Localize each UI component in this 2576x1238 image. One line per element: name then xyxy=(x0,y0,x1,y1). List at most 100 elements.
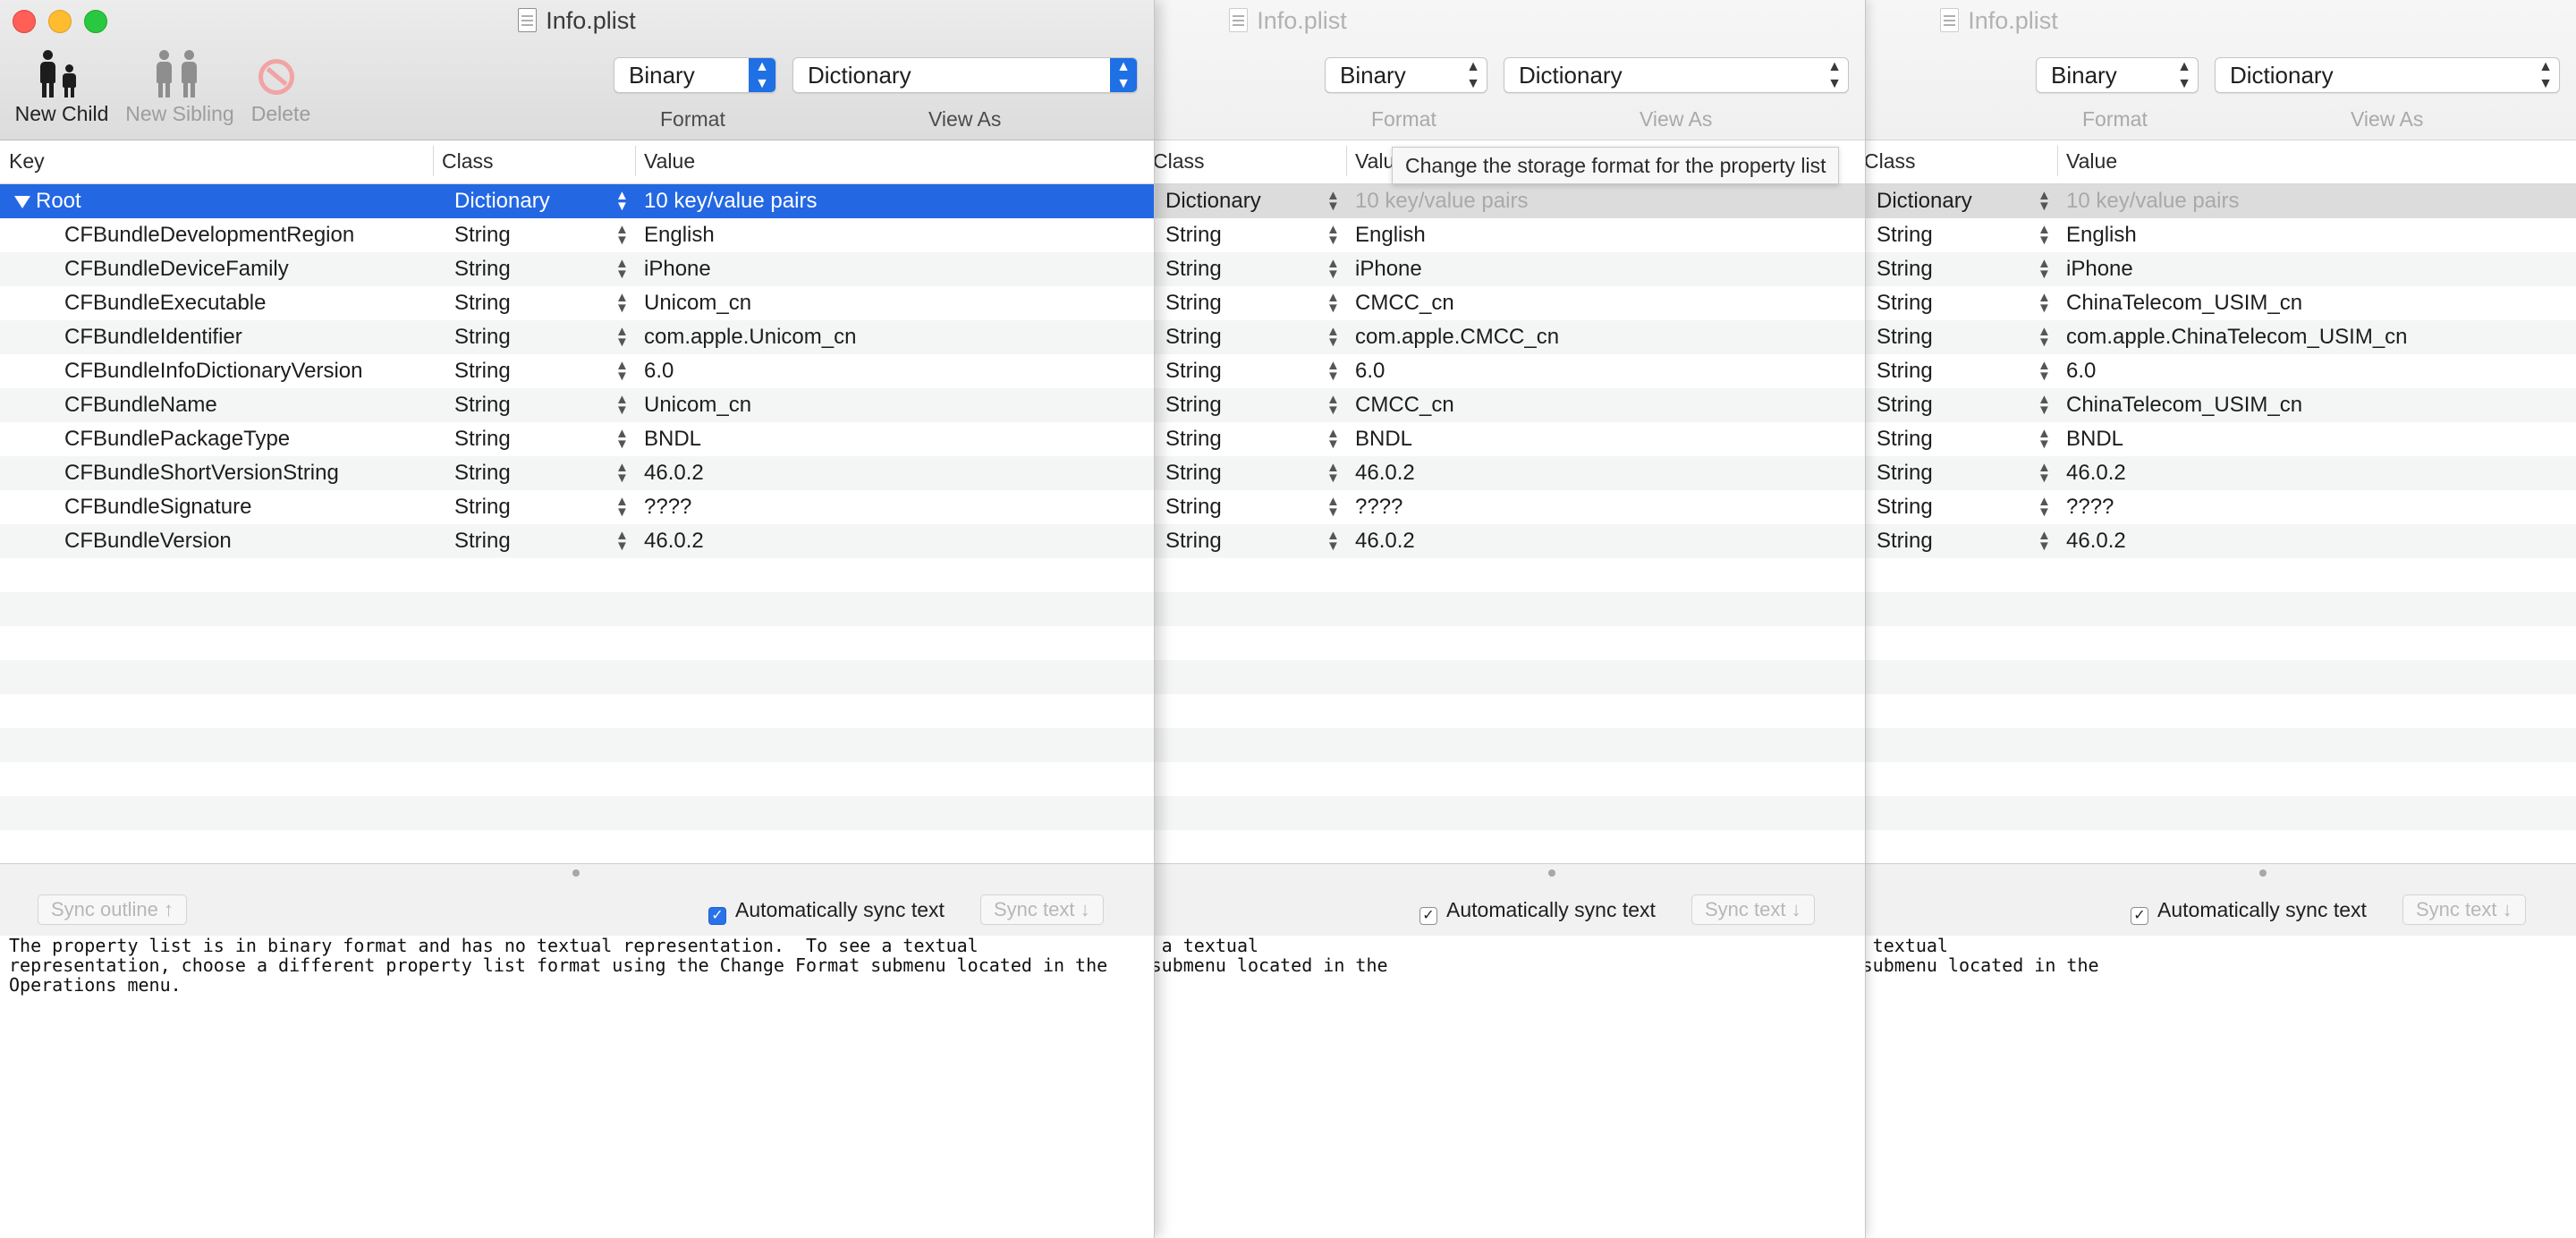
class-stepper-icon[interactable]: ▲ ▼ xyxy=(615,427,629,451)
table-row[interactable]: String ▲ ▼ English xyxy=(1154,218,1865,252)
class-stepper-icon[interactable]: ▲ ▼ xyxy=(1326,291,1340,315)
class-stepper-icon[interactable]: ▲ ▼ xyxy=(615,223,629,247)
table-row[interactable]: String ▲ ▼ BNDL xyxy=(1154,422,1865,456)
auto-sync-checkbox[interactable]: ✓ Automatically sync text xyxy=(1419,896,1656,925)
table-row[interactable]: String ▲ ▼???? xyxy=(1154,490,1865,524)
table-row[interactable]: String ▲ ▼ BNDL xyxy=(1865,422,2576,456)
view-as-popup[interactable]: Dictionary ▲ ▼ xyxy=(792,57,1138,93)
class-stepper-icon[interactable]: ▲ ▼ xyxy=(1326,495,1340,519)
format-popup[interactable]: Binary ▲ ▼ xyxy=(2036,57,2199,93)
class-stepper-icon[interactable]: ▲ ▼ xyxy=(615,529,629,553)
root-row[interactable]: Dictionary ▲ ▼ 10 key/value pairs xyxy=(1154,184,1865,218)
split-handle[interactable] xyxy=(2259,869,2267,877)
table-row[interactable]: CFBundleVersion String ▲ ▼ 46.0.2 xyxy=(0,524,1154,558)
class-stepper-icon[interactable]: ▲ ▼ xyxy=(615,359,629,383)
table-row[interactable]: CFBundleName String ▲ ▼ Unicom_cn xyxy=(0,388,1154,422)
text-representation[interactable]: The property list is in binary format an… xyxy=(0,936,1154,1238)
class-stepper-icon[interactable]: ▲ ▼ xyxy=(2038,325,2051,349)
class-stepper-icon[interactable]: ▲ ▼ xyxy=(615,257,629,281)
table-row[interactable]: String ▲ ▼ 46.0.2 xyxy=(1154,456,1865,490)
column-header-class[interactable]: Class xyxy=(1865,149,1916,174)
column-header-class[interactable]: Class xyxy=(1154,149,1205,174)
table-row[interactable]: String ▲ ▼ CMCC_cn xyxy=(1154,286,1865,320)
table-row[interactable]: String ▲ ▼ com.apple.ChinaTelecom_USIM_cn xyxy=(1865,320,2576,354)
class-stepper-icon[interactable]: ▲ ▼ xyxy=(1326,427,1340,451)
class-stepper-icon[interactable]: ▲ ▼ xyxy=(2038,529,2051,553)
class-stepper-icon[interactable]: ▲ ▼ xyxy=(1326,189,1340,213)
text-representation[interactable]: has no textual representation. To see a … xyxy=(1865,936,2576,1238)
class-stepper-icon[interactable]: ▲ ▼ xyxy=(2038,189,2051,213)
plist-window-back[interactable]: Info.plist Binary ▲ ▼ Dictionary ▲ ▼ Format … xyxy=(1865,0,2576,1238)
class-stepper-icon[interactable]: ▲ ▼ xyxy=(2038,461,2051,485)
column-header-value[interactable]: Value xyxy=(644,149,695,174)
class-stepper-icon[interactable]: ▲ ▼ xyxy=(2038,257,2051,281)
class-stepper-icon[interactable]: ▲ ▼ xyxy=(615,495,629,519)
class-stepper-icon[interactable]: ▲ ▼ xyxy=(1326,461,1340,485)
root-row[interactable]: Dictionary ▲ ▼ 10 key/value pairs xyxy=(1865,184,2576,218)
sync-text-button[interactable]: Sync text ↓ xyxy=(980,895,1104,925)
table-row[interactable]: String ▲ ▼ 46.0.2 xyxy=(1865,456,2576,490)
table-row[interactable]: CFBundleExecutable String ▲ ▼ Unicom_cn xyxy=(0,286,1154,320)
table-row[interactable]: String ▲ ▼ iPhone xyxy=(1154,252,1865,286)
sync-text-button[interactable]: Sync text ↓ xyxy=(2402,895,2526,925)
table-row[interactable]: CFBundleDeviceFamily String ▲ ▼ iPhone xyxy=(0,252,1154,286)
new-child-button[interactable]: New Child xyxy=(9,47,114,126)
table-row[interactable]: CFBundleShortVersionString String ▲ ▼ 46.0.2 xyxy=(0,456,1154,490)
auto-sync-checkbox[interactable]: ✓ Automatically sync text xyxy=(708,896,945,925)
new-sibling-button[interactable]: New Sibling xyxy=(122,47,238,126)
split-handle[interactable] xyxy=(572,869,580,877)
column-header-value[interactable]: Value xyxy=(2066,149,2117,174)
table-row[interactable]: String ▲ ▼ CMCC_cn xyxy=(1154,388,1865,422)
column-header-value[interactable]: Valu xyxy=(1355,149,1394,174)
table-row[interactable]: CFBundleSignature String ▲ ▼???? xyxy=(0,490,1154,524)
table-row[interactable]: String ▲ ▼ ChinaTelecom_USIM_cn xyxy=(1865,388,2576,422)
class-stepper-icon[interactable]: ▲ ▼ xyxy=(1326,325,1340,349)
disclosure-triangle-icon[interactable] xyxy=(14,196,30,208)
table-row[interactable]: CFBundlePackageType String ▲ ▼ BNDL xyxy=(0,422,1154,456)
auto-sync-checkbox[interactable]: ✓ Automatically sync text xyxy=(2131,896,2367,925)
class-stepper-icon[interactable]: ▲ ▼ xyxy=(2038,427,2051,451)
class-stepper-icon[interactable]: ▲ ▼ xyxy=(2038,291,2051,315)
class-stepper-icon[interactable]: ▲ ▼ xyxy=(2038,393,2051,417)
format-popup[interactable]: Binary ▲ ▼ xyxy=(1325,57,1487,93)
class-stepper-icon[interactable]: ▲ ▼ xyxy=(1326,223,1340,247)
table-row[interactable]: String ▲ ▼ 46.0.2 xyxy=(1865,524,2576,558)
class-stepper-icon[interactable]: ▲ ▼ xyxy=(1326,257,1340,281)
plist-window-middle[interactable]: Info.plist Binary ▲ ▼ Dictionary ▲ ▼ Format … xyxy=(1154,0,1866,1238)
table-row[interactable]: String ▲ ▼ ChinaTelecom_USIM_cn xyxy=(1865,286,2576,320)
table-row[interactable]: String ▲ ▼ 6.0 xyxy=(1865,354,2576,388)
table-row[interactable]: String ▲ ▼ English xyxy=(1865,218,2576,252)
table-row[interactable]: String ▲ ▼ iPhone xyxy=(1865,252,2576,286)
table-row[interactable]: String ▲ ▼ 46.0.2 xyxy=(1154,524,1865,558)
view-as-label: View As xyxy=(928,107,1002,131)
class-stepper-icon[interactable]: ▲ ▼ xyxy=(2038,359,2051,383)
class-stepper-icon[interactable]: ▲ ▼ xyxy=(615,325,629,349)
table-row[interactable]: String ▲ ▼ 6.0 xyxy=(1154,354,1865,388)
class-stepper-icon[interactable]: ▲ ▼ xyxy=(615,189,629,213)
class-stepper-icon[interactable]: ▲ ▼ xyxy=(615,291,629,315)
delete-button[interactable]: Delete xyxy=(247,47,315,126)
table-row[interactable]: CFBundleDevelopmentRegion String ▲ ▼ English xyxy=(0,218,1154,252)
format-popup[interactable]: Binary ▲ ▼ xyxy=(614,57,776,93)
class-stepper-icon[interactable]: ▲ ▼ xyxy=(1326,393,1340,417)
view-as-popup[interactable]: Dictionary ▲ ▼ xyxy=(2215,57,2560,93)
text-representation[interactable]: d has no textual representation. To see … xyxy=(1154,936,1865,1238)
class-stepper-icon[interactable]: ▲ ▼ xyxy=(615,461,629,485)
sync-text-button[interactable]: Sync text ↓ xyxy=(1691,895,1815,925)
class-stepper-icon[interactable]: ▲ ▼ xyxy=(615,393,629,417)
column-header-class[interactable]: Class xyxy=(442,149,494,174)
root-row[interactable]: Root Dictionary ▲ ▼ 10 key/value pairs xyxy=(0,184,1154,218)
table-row[interactable]: String ▲ ▼ com.apple.CMCC_cn xyxy=(1154,320,1865,354)
class-stepper-icon[interactable]: ▲ ▼ xyxy=(1326,529,1340,553)
class-stepper-icon[interactable]: ▲ ▼ xyxy=(2038,223,2051,247)
table-row[interactable]: String ▲ ▼???? xyxy=(1865,490,2576,524)
class-stepper-icon[interactable]: ▲ ▼ xyxy=(2038,495,2051,519)
table-row[interactable]: CFBundleIdentifier String ▲ ▼ com.apple.Unic… xyxy=(0,320,1154,354)
column-header-key[interactable]: Key xyxy=(9,149,45,174)
class-stepper-icon[interactable]: ▲ ▼ xyxy=(1326,359,1340,383)
table-row[interactable]: CFBundleInfoDictionaryVersion String ▲ ▼ 6.0 xyxy=(0,354,1154,388)
split-handle[interactable] xyxy=(1548,869,1555,877)
sync-outline-button[interactable]: Sync outline ↑ xyxy=(38,895,187,925)
view-as-popup[interactable]: Dictionary ▲ ▼ xyxy=(1504,57,1849,93)
view-as-label: View As xyxy=(2351,107,2424,131)
